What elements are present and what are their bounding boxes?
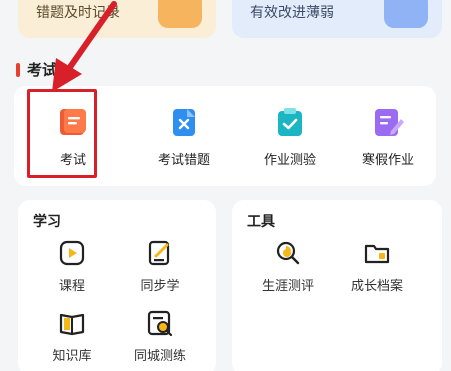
knowledge-book-icon (59, 313, 85, 336)
exam-item-label: 考试错题 (157, 152, 210, 168)
learn-panel-title: 学习 (33, 214, 61, 230)
career-search-icon (276, 241, 300, 265)
winter-homework-icon (375, 108, 404, 136)
sync-study-icon (148, 240, 170, 266)
exam-item-winter-homework[interactable]: 寒假作业 (338, 86, 438, 186)
tool-local-test[interactable]: 同城测练 (120, 310, 200, 364)
red-arrow-icon (52, 1, 117, 92)
exam-item-label: 寒假作业 (361, 152, 414, 168)
exam-item-label: 作业测验 (263, 152, 316, 168)
exam-item-exam-mistakes[interactable]: 考试错题 (134, 86, 234, 186)
banner-improve-weakness[interactable]: 有效改进薄弱 (232, 0, 442, 38)
tool-label: 成长档案 (350, 279, 403, 294)
tool-label: 知识库 (52, 349, 92, 364)
play-course-icon (59, 240, 85, 266)
tool-course[interactable]: 课程 (32, 240, 112, 294)
learn-panel: 学习 课程 同步学 知识库 同城测练 (18, 200, 216, 371)
section-title-bar (16, 62, 20, 77)
highlight-box (27, 89, 97, 178)
tool-label: 生涯测评 (261, 279, 314, 294)
tool-sync-study[interactable]: 同步学 (120, 240, 200, 294)
tool-label: 课程 (58, 279, 85, 294)
tool-label: 同城测练 (133, 349, 186, 364)
tool-career-assessment[interactable]: 生涯测评 (248, 240, 328, 294)
banner-right-text: 有效改进薄弱 (250, 5, 334, 21)
exam-mistakes-icon (173, 108, 195, 136)
tool-label: 同步学 (140, 279, 180, 294)
tools-panel: 工具 生涯测评 成长档案 (232, 200, 442, 371)
banner-right-decoration (384, 0, 428, 28)
growth-folder-icon (364, 244, 390, 264)
tool-knowledge-base[interactable]: 知识库 (32, 310, 112, 364)
banner-left-decoration (158, 0, 202, 28)
local-test-icon (147, 310, 173, 336)
tools-panel-title: 工具 (247, 214, 275, 230)
homework-check-icon (278, 107, 302, 136)
exam-item-homework-test[interactable]: 作业测验 (240, 86, 340, 186)
tool-growth-archive[interactable]: 成长档案 (337, 240, 417, 294)
